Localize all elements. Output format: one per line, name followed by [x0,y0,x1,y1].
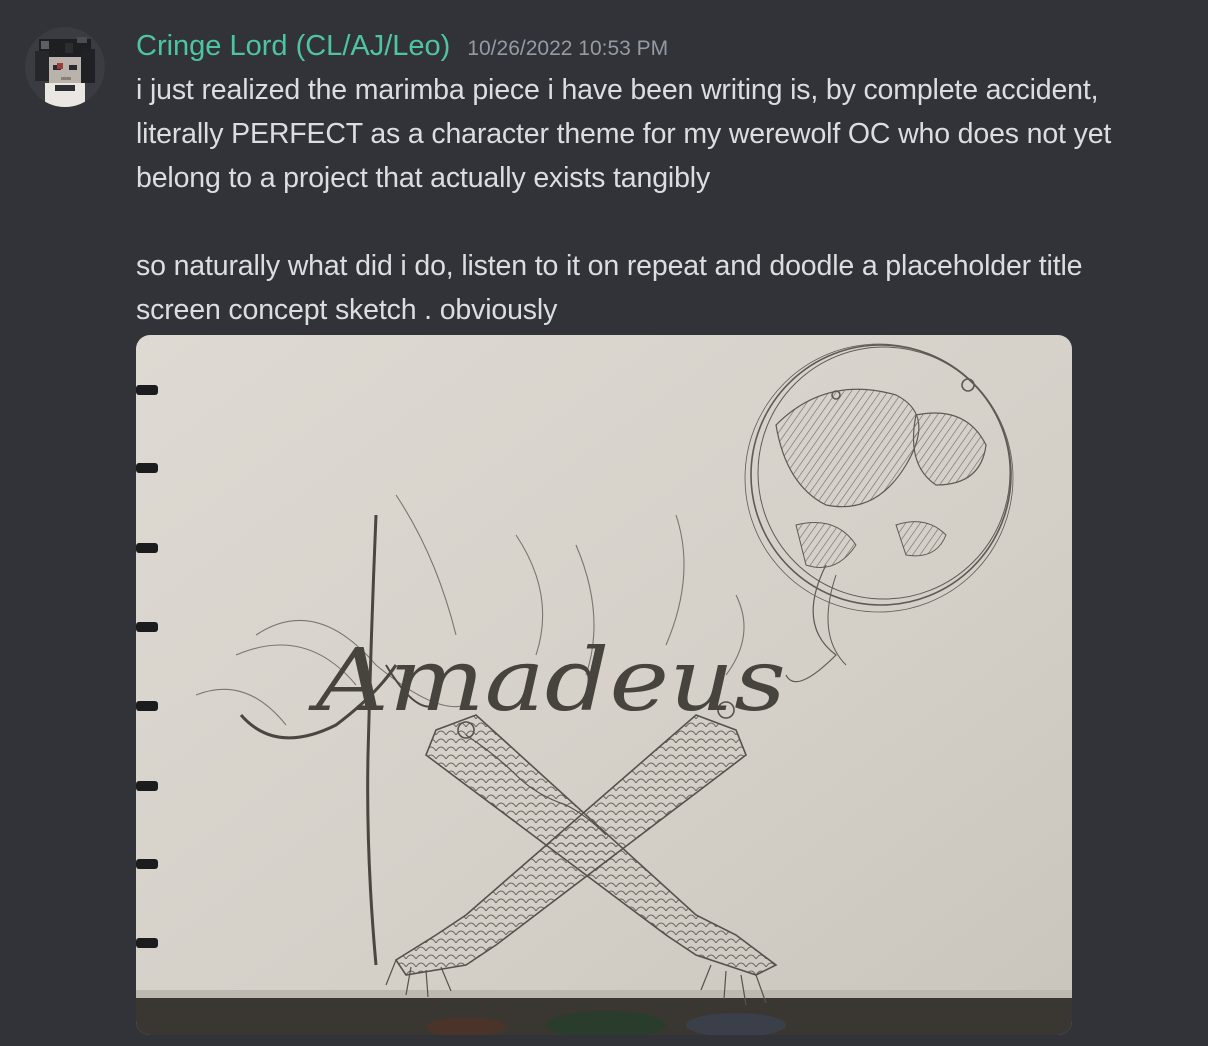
message-line: belong to a project that actually exists… [136,162,711,194]
drawn-title-text: Amadeus [308,631,786,731]
chat-message: Cringe Lord (CL/AJ/Leo) 10/26/2022 10:53… [0,0,1208,1046]
message-line: screen concept sketch . obviously [136,294,558,326]
avatar-image [25,27,105,107]
message-content: i just realized the marimba piece i have… [136,68,1196,332]
sketch-image: Amadeus [136,335,1072,1035]
username[interactable]: Cringe Lord (CL/AJ/Leo) [136,26,450,66]
message-line: i just realized the marimba piece i have… [136,74,1099,106]
message-line: literally PERFECT as a character theme f… [136,118,1112,150]
message-line-blank [136,200,1196,244]
message-line: so naturally what did i do, listen to it… [136,250,1083,282]
message-header: Cringe Lord (CL/AJ/Leo) 10/26/2022 10:53… [136,26,668,66]
user-avatar[interactable] [25,27,105,107]
image-attachment[interactable]: Amadeus [136,335,1072,1035]
message-timestamp: 10/26/2022 10:53 PM [467,37,669,60]
